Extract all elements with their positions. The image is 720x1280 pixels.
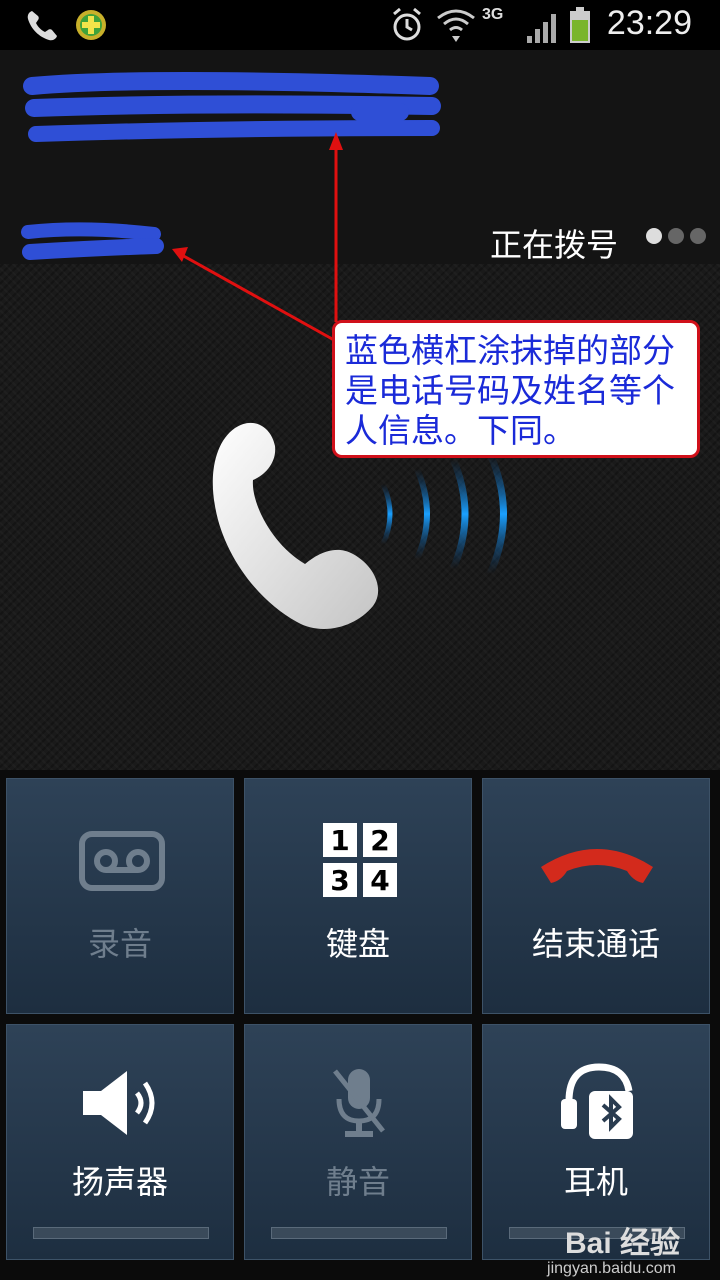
record-label: 录音: [87, 925, 152, 963]
cassette-tape-icon: [79, 831, 165, 891]
bluetooth-headset-icon: [561, 1063, 633, 1139]
headset-label: 耳机: [563, 1163, 628, 1201]
mute-state-bar: [271, 1227, 447, 1239]
speaker-button[interactable]: 扬声器: [6, 1024, 234, 1260]
annotation-callout: 蓝色横杠涂抹掉的部分是电话号码及姓名等个人信息。下同。: [332, 320, 700, 458]
key-4: 4: [363, 863, 397, 897]
record-button[interactable]: 录音: [6, 778, 234, 1014]
key-3: 3: [323, 863, 357, 897]
end-call-label: 结束通话: [531, 925, 660, 963]
key-1: 1: [323, 823, 357, 857]
hang-up-icon: [541, 849, 653, 883]
speaker-icon: [83, 1071, 155, 1135]
end-call-button[interactable]: 结束通话: [482, 778, 710, 1014]
keypad-label: 键盘: [325, 925, 390, 963]
mute-button[interactable]: 静音: [244, 1024, 472, 1260]
mute-label: 静音: [325, 1163, 390, 1201]
watermark-brand: Bai 经验: [564, 1227, 680, 1260]
keypad-icon: 1 2 3 4: [323, 823, 399, 899]
call-controls: 录音 1 2 3 4 键盘 结束通话 扬声器 静音 耳机 Bai 经验 jing…: [0, 770, 720, 1280]
key-2: 2: [363, 823, 397, 857]
watermark-url: jingyan.baidu.com: [547, 1260, 676, 1277]
microphone-muted-icon: [333, 1069, 385, 1137]
speaker-label: 扬声器: [71, 1163, 168, 1201]
keypad-button[interactable]: 1 2 3 4 键盘: [244, 778, 472, 1014]
speaker-state-bar: [33, 1227, 209, 1239]
